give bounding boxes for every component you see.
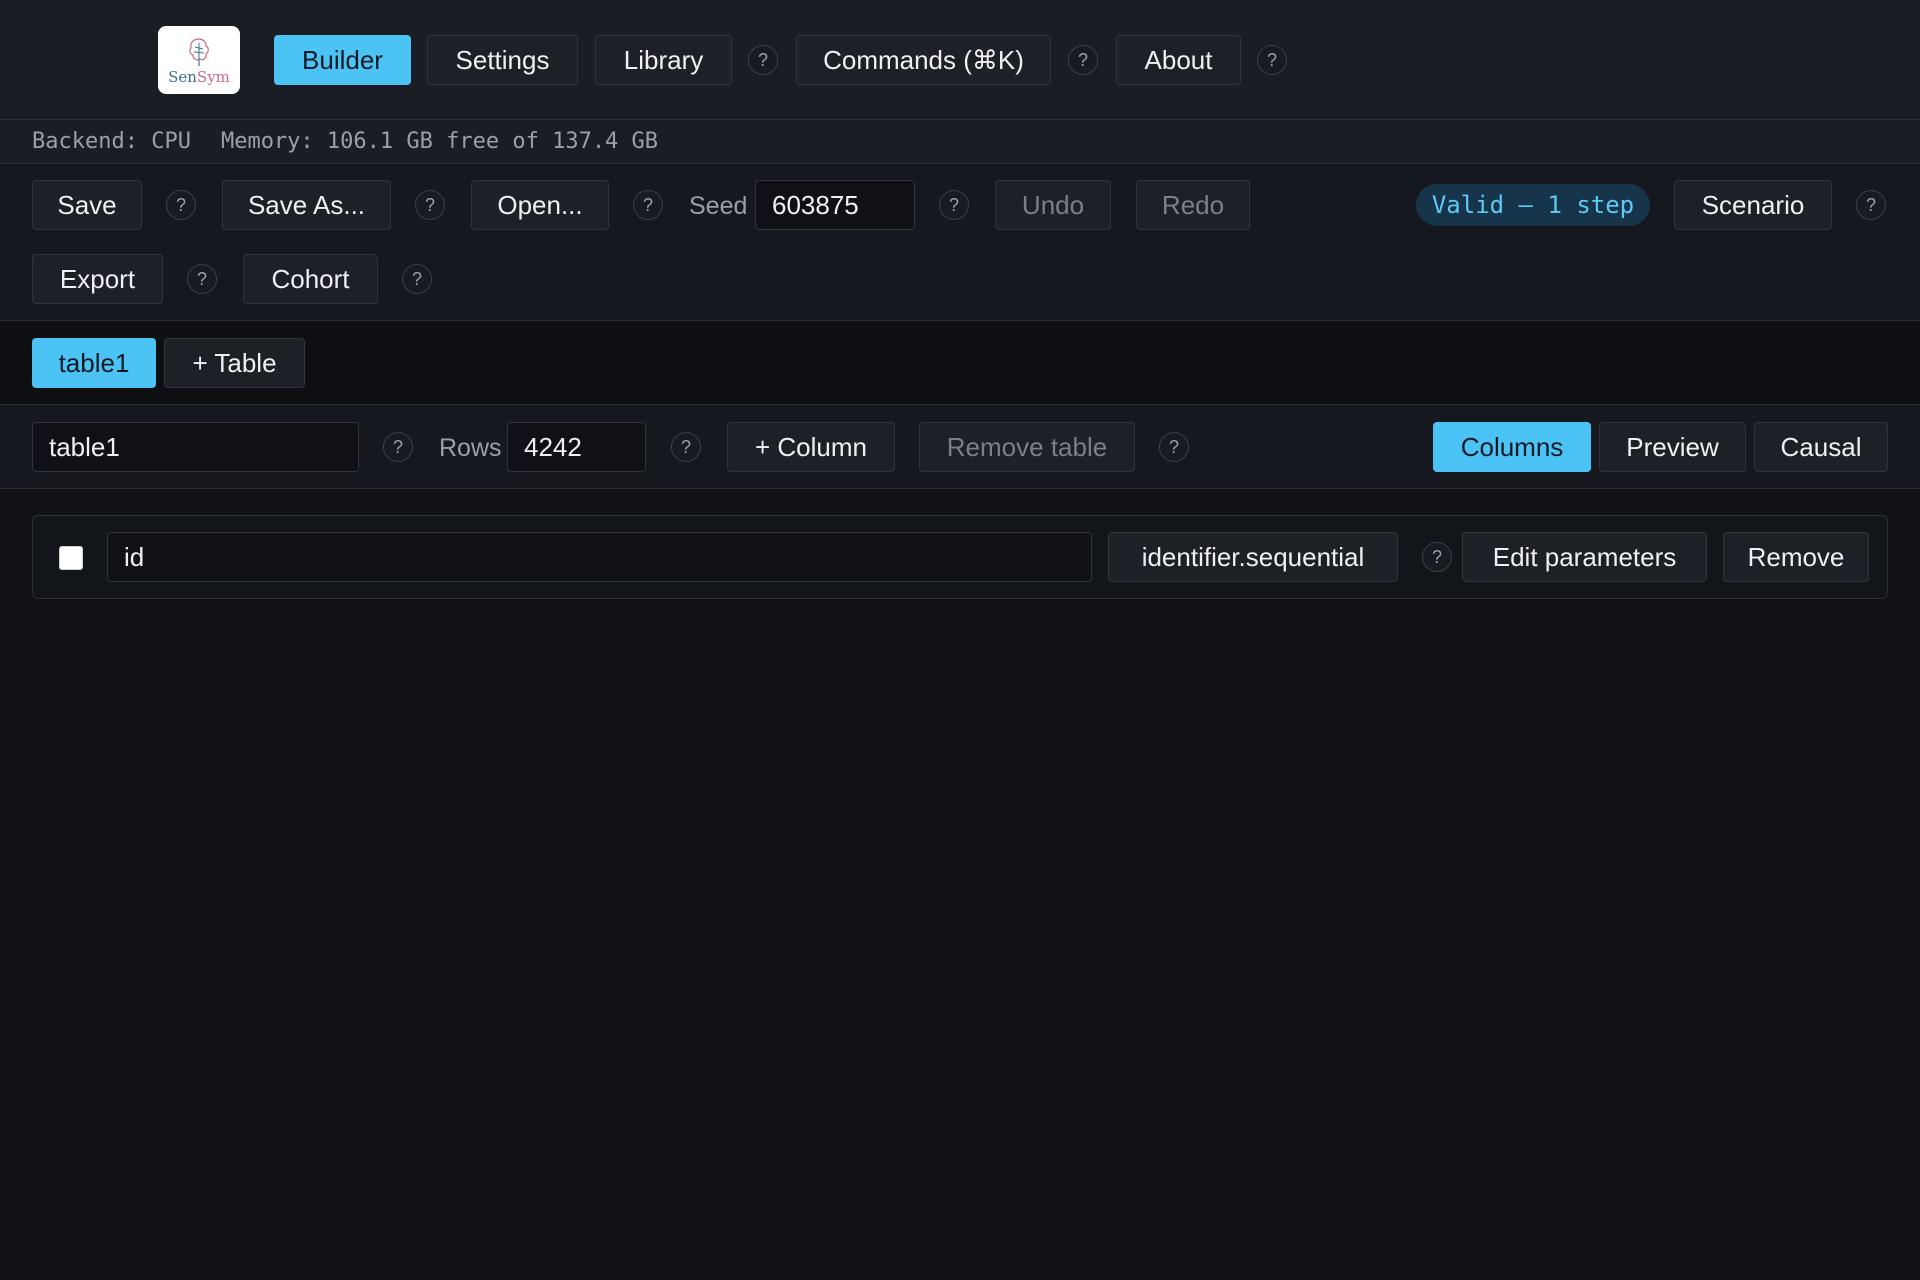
open-button[interactable]: Open...: [471, 180, 609, 230]
project-toolbar: Save ? Save As... ? Open... ? Seed 60387…: [0, 164, 1920, 321]
tab-columns[interactable]: Columns: [1433, 422, 1591, 472]
cohort-help-icon[interactable]: ?: [402, 264, 432, 294]
memory-status: Memory: 106.1 GB free of 137.4 GB: [220, 129, 659, 154]
save-as-help-icon[interactable]: ?: [415, 190, 445, 220]
tab-causal[interactable]: Causal: [1754, 422, 1888, 472]
nav-about-button[interactable]: About: [1116, 35, 1241, 85]
save-button[interactable]: Save: [32, 180, 142, 230]
library-help-icon[interactable]: ?: [748, 45, 778, 75]
seed-help-icon[interactable]: ?: [939, 190, 969, 220]
column-type-help-icon[interactable]: ?: [1422, 542, 1452, 572]
status-bar: Backend: CPU Memory: 106.1 GB free of 13…: [0, 120, 1920, 164]
table-tabs: table1 + Table: [0, 321, 1920, 405]
export-help-icon[interactable]: ?: [187, 264, 217, 294]
column-type-button[interactable]: identifier.sequential: [1108, 532, 1398, 582]
rows-label: Rows: [439, 434, 502, 462]
top-navigation: SenSym Builder Settings Library ? Comman…: [0, 0, 1920, 120]
nav-settings-button[interactable]: Settings: [427, 35, 578, 85]
column-name-input[interactable]: id: [107, 532, 1092, 582]
validation-status-badge: Valid — 1 step: [1416, 184, 1650, 226]
columns-panel: id identifier.sequential ? Edit paramete…: [0, 489, 1920, 1280]
undo-button[interactable]: Undo: [995, 180, 1111, 230]
column-select-checkbox[interactable]: [59, 546, 83, 570]
tab-preview[interactable]: Preview: [1599, 422, 1746, 472]
logo-text: SenSym: [168, 67, 230, 86]
commands-help-icon[interactable]: ?: [1068, 45, 1098, 75]
add-column-button[interactable]: + Column: [727, 422, 895, 472]
save-help-icon[interactable]: ?: [166, 190, 196, 220]
cohort-button[interactable]: Cohort: [243, 254, 378, 304]
column-row: id identifier.sequential ? Edit paramete…: [32, 515, 1888, 599]
tab-table1[interactable]: table1: [32, 338, 156, 388]
remove-table-button[interactable]: Remove table: [919, 422, 1135, 472]
backend-status: Backend: CPU: [32, 129, 191, 154]
seed-label: Seed: [689, 192, 748, 220]
table-name-help-icon[interactable]: ?: [383, 432, 413, 462]
open-help-icon[interactable]: ?: [633, 190, 663, 220]
about-help-icon[interactable]: ?: [1257, 45, 1287, 75]
brain-logo-icon: [189, 37, 209, 66]
scenario-help-icon[interactable]: ?: [1856, 190, 1886, 220]
add-table-button[interactable]: + Table: [164, 338, 305, 388]
edit-parameters-button[interactable]: Edit parameters: [1462, 532, 1707, 582]
app-logo[interactable]: SenSym: [158, 26, 240, 94]
redo-button[interactable]: Redo: [1136, 180, 1250, 230]
table-controls: table1 ? Rows 4242 ? + Column Remove tab…: [0, 405, 1920, 489]
nav-commands-button[interactable]: Commands (⌘K): [796, 35, 1051, 85]
remove-column-button[interactable]: Remove: [1723, 532, 1869, 582]
rows-help-icon[interactable]: ?: [671, 432, 701, 462]
table-name-input[interactable]: table1: [32, 422, 359, 472]
export-button[interactable]: Export: [32, 254, 163, 304]
save-as-button[interactable]: Save As...: [222, 180, 391, 230]
nav-builder-button[interactable]: Builder: [274, 35, 411, 85]
nav-library-button[interactable]: Library: [595, 35, 732, 85]
remove-table-help-icon[interactable]: ?: [1159, 432, 1189, 462]
scenario-button[interactable]: Scenario: [1674, 180, 1832, 230]
seed-input[interactable]: 603875: [755, 180, 915, 230]
rows-input[interactable]: 4242: [507, 422, 646, 472]
